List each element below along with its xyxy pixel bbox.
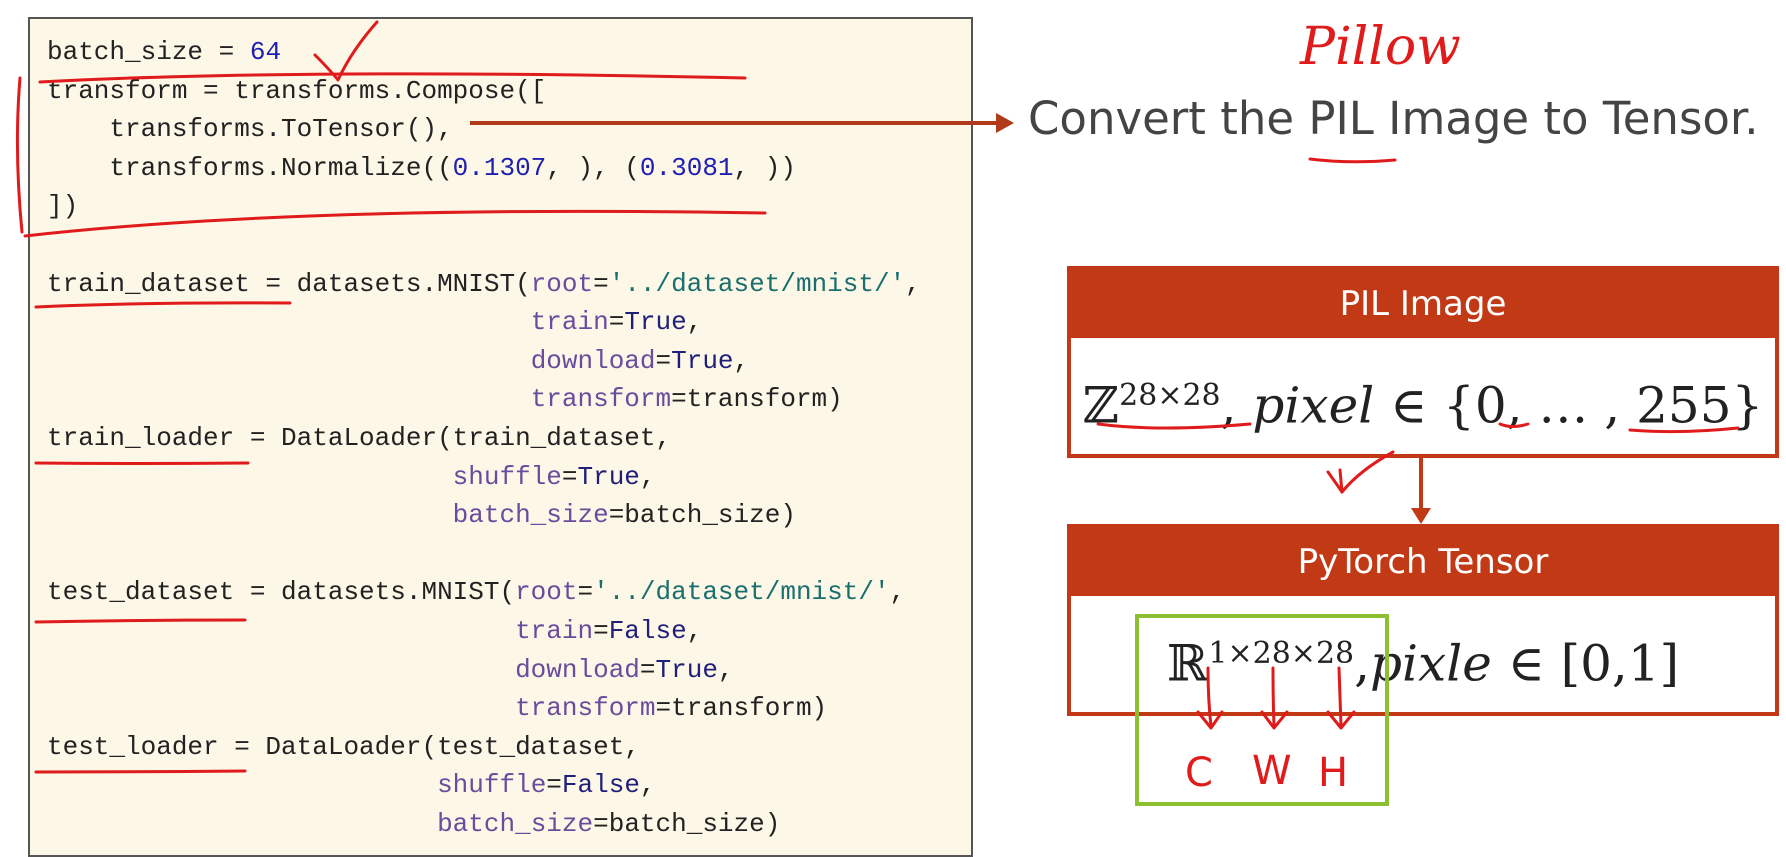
handwritten-pillow: Pillow	[1299, 17, 1461, 77]
underline-integer-set	[1096, 422, 1252, 430]
underline-zero	[1498, 422, 1530, 428]
flow-arrowhead	[1411, 508, 1431, 524]
underline-train-loader	[34, 461, 250, 465]
underline-test-loader	[34, 769, 247, 774]
totensor-arrowhead	[996, 113, 1014, 133]
underline-test-dataset	[34, 618, 247, 624]
arrow-h	[1337, 666, 1343, 728]
handwritten-w: W	[1252, 748, 1292, 794]
arrow-c	[1206, 666, 1213, 728]
bracket-transform	[15, 76, 24, 234]
handwritten-h: H	[1318, 750, 1348, 796]
annotation-layer: Pillow C W H	[15, 17, 1740, 796]
arrow-stem-between-boxes	[1338, 468, 1344, 494]
underline-255	[1628, 426, 1740, 434]
arrow-w	[1271, 666, 1276, 728]
underline-batch-size	[38, 72, 747, 84]
handwritten-c: C	[1185, 750, 1213, 796]
underline-pil	[1308, 157, 1397, 164]
checkmark-between-boxes	[1326, 450, 1395, 494]
underline-train-dataset	[34, 301, 292, 309]
underline-transform	[23, 209, 767, 238]
checkmark-annotation	[313, 20, 379, 82]
